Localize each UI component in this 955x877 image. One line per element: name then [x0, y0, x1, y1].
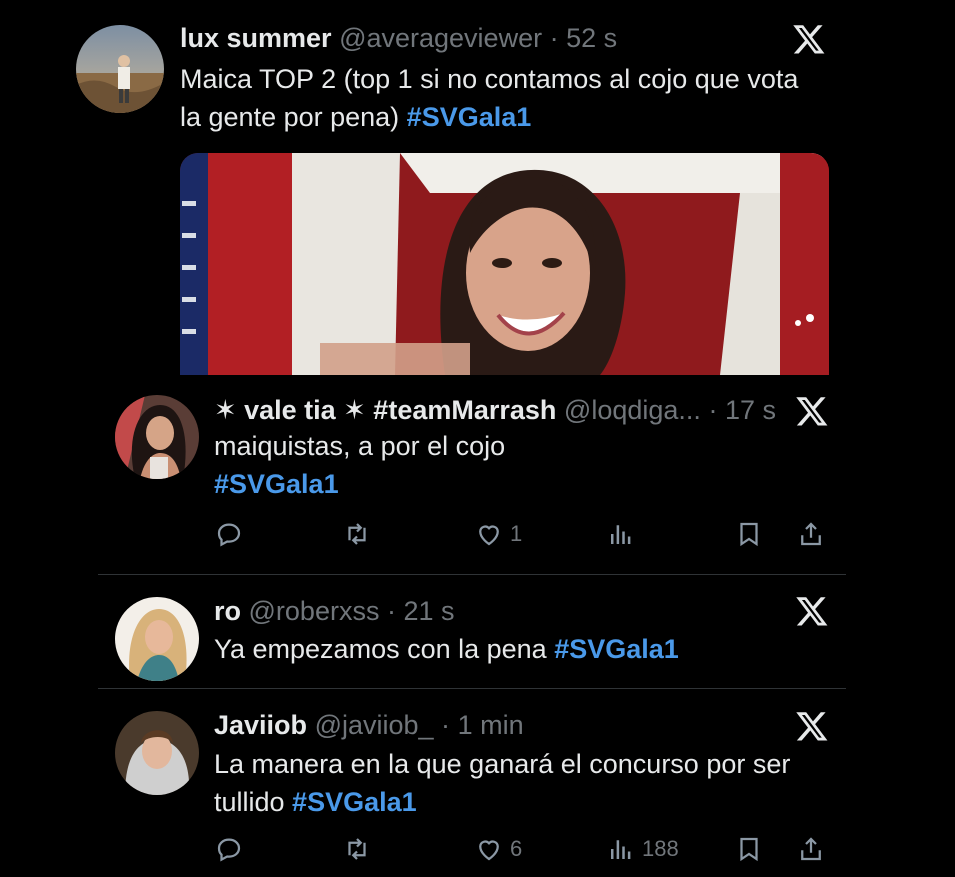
- author-handle[interactable]: @roberxss: [249, 596, 380, 626]
- tweet-text: La manera en la que ganará el concurso p…: [214, 749, 791, 817]
- retweet-icon: [348, 523, 366, 545]
- author-handle[interactable]: @loqdiga...: [564, 395, 701, 425]
- tweet-text: Maica TOP 2 (top 1 si no contamos al coj…: [180, 64, 799, 132]
- author-name[interactable]: lux summer: [180, 23, 332, 53]
- author-name[interactable]: ro: [214, 596, 241, 626]
- like-button[interactable]: 1: [474, 516, 522, 552]
- retweet-button[interactable]: [342, 516, 372, 552]
- separator: ·: [549, 23, 559, 53]
- tweet-image[interactable]: [180, 153, 829, 375]
- reply-icon: [217, 523, 241, 547]
- reply-button[interactable]: [214, 516, 244, 552]
- avatar[interactable]: [115, 395, 199, 479]
- x-logo-icon: [795, 594, 829, 628]
- hashtag-link[interactable]: #SVGala1: [554, 634, 679, 664]
- hashtag-link[interactable]: #SVGala1: [292, 787, 417, 817]
- action-bar: 1: [214, 516, 834, 552]
- reply-button[interactable]: [214, 831, 244, 867]
- timestamp[interactable]: 21 s: [404, 596, 455, 626]
- action-bar: 6 188: [214, 831, 834, 867]
- like-count: 1: [510, 521, 523, 546]
- separator: ·: [708, 395, 718, 425]
- bookmark-icon: [740, 837, 758, 862]
- bookmark-button[interactable]: [734, 831, 764, 867]
- views-button[interactable]: [606, 516, 636, 552]
- timestamp[interactable]: 52 s: [566, 23, 617, 53]
- tweet-javiiob[interactable]: Javiiob @javiiob_ · 1 min La manera en l…: [0, 689, 955, 877]
- views-button[interactable]: 188: [606, 831, 679, 867]
- timestamp[interactable]: 17 s: [725, 395, 776, 425]
- views-icon: [611, 525, 631, 544]
- share-button[interactable]: [796, 831, 826, 867]
- author-name[interactable]: Javiiob: [214, 710, 307, 740]
- author-handle[interactable]: @javiiob_: [315, 710, 434, 740]
- author-handle[interactable]: @averageviewer: [339, 23, 542, 53]
- views-icon: [611, 840, 631, 859]
- tweet-lux-summer[interactable]: lux summer @averageviewer · 52 s Maica T…: [0, 0, 955, 380]
- retweet-icon: [348, 838, 366, 860]
- share-icon: [801, 522, 821, 546]
- views-count: 188: [642, 836, 679, 861]
- share-icon: [801, 837, 821, 861]
- tweet-text: Ya empezamos con la pena #SVGala1: [214, 634, 679, 664]
- timestamp[interactable]: 1 min: [458, 710, 524, 740]
- bookmark-icon: [740, 522, 758, 547]
- hashtag-link[interactable]: #SVGala1: [214, 465, 814, 503]
- x-logo-icon: [792, 22, 826, 56]
- separator: ·: [441, 710, 451, 740]
- separator: ·: [386, 596, 396, 626]
- like-icon: [479, 525, 499, 546]
- like-count: 6: [510, 836, 523, 861]
- like-icon: [479, 840, 499, 861]
- tweet-ro[interactable]: ro @roberxss · 21 s Ya empezamos con la …: [0, 575, 955, 688]
- avatar[interactable]: [115, 597, 199, 681]
- bookmark-button[interactable]: [734, 516, 764, 552]
- x-logo-icon: [795, 394, 829, 428]
- avatar[interactable]: [115, 711, 199, 795]
- like-button[interactable]: 6: [474, 831, 522, 867]
- reply-icon: [217, 838, 241, 862]
- author-name[interactable]: ✶ vale tia ✶ #teamMarrash: [214, 395, 556, 425]
- retweet-button[interactable]: [342, 831, 372, 867]
- hashtag-link[interactable]: #SVGala1: [407, 102, 532, 132]
- tweet-text: maiquistas, a por el cojo #SVGala1: [214, 427, 814, 503]
- tweet-vale-tia[interactable]: ✶ vale tia ✶ #teamMarrash @loqdiga... · …: [0, 380, 955, 575]
- avatar[interactable]: [76, 25, 164, 113]
- x-logo-icon: [795, 709, 829, 743]
- share-button[interactable]: [796, 516, 826, 552]
